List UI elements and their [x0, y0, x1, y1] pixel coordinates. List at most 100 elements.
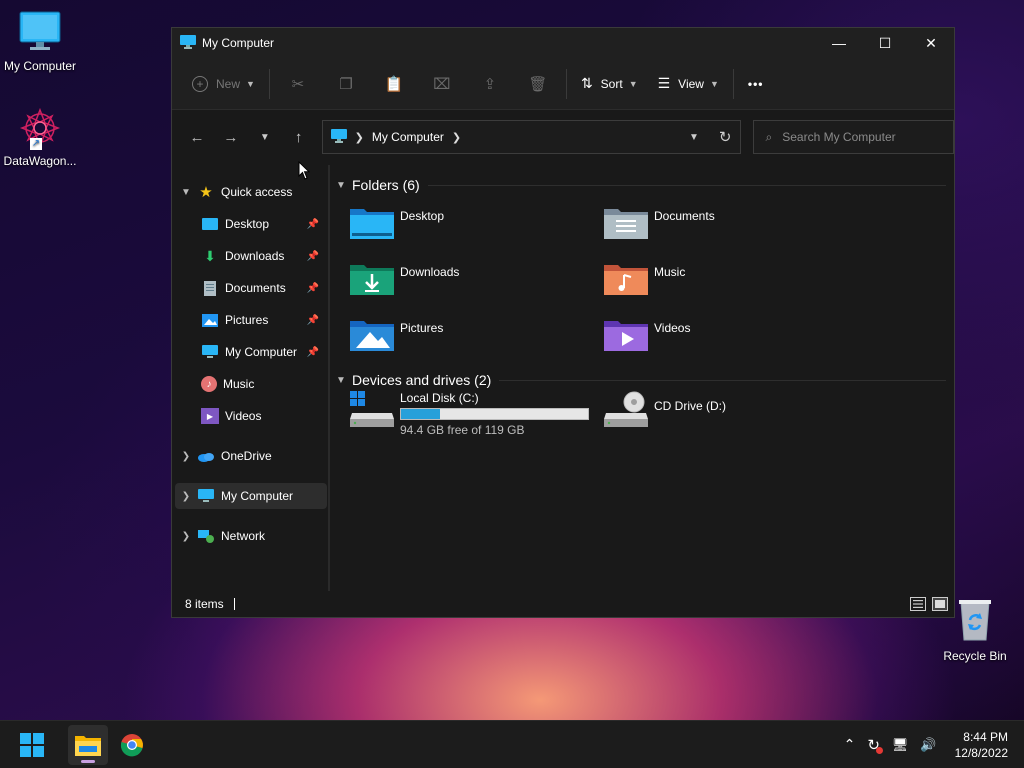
taskbar: ⌃ ↻ 🖥 🔊 8:44 PM 12/8/2022 — [0, 720, 1024, 768]
nav-item-desktop[interactable]: Desktop 📌 — [175, 211, 327, 237]
chevron-down-icon: ▼ — [709, 78, 719, 89]
sort-button[interactable]: ⇅ Sort ▼ — [571, 67, 648, 101]
clock[interactable]: 8:44 PM 12/8/2022 — [955, 729, 1008, 761]
desktop-icon-label: My Computer — [3, 59, 77, 73]
breadcrumb-separator-icon[interactable]: ❯ — [452, 131, 461, 144]
desktop-folder-icon — [350, 209, 394, 239]
search-icon: ⌕ — [765, 129, 773, 144]
share-icon[interactable]: ⇪ — [466, 67, 514, 101]
taskbar-file-explorer[interactable] — [68, 724, 108, 765]
section-divider — [499, 379, 946, 381]
item-count: 8 items — [185, 597, 224, 611]
content-pane: ▼ Folders (6) Desktop Documents Download… — [330, 165, 954, 591]
up-arrow-icon[interactable]: ↑ — [282, 122, 316, 152]
title-bar[interactable]: My Computer — ☐ ✕ — [172, 28, 954, 58]
chevron-down-icon[interactable]: ▼ — [336, 180, 352, 191]
folder-pictures[interactable]: Pictures — [350, 317, 443, 351]
folder-label: Documents — [654, 209, 715, 223]
desktop-icon-my-computer[interactable]: My Computer — [0, 10, 80, 73]
chevron-down-icon[interactable]: ▼ — [175, 187, 197, 198]
monitor-icon — [180, 34, 196, 52]
nav-item-downloads[interactable]: ⬇ Downloads 📌 — [175, 243, 327, 269]
status-bar: 8 items — [172, 591, 954, 617]
view-label: View — [678, 76, 704, 91]
close-button[interactable]: ✕ — [908, 28, 954, 58]
show-hidden-icons-chevron-icon[interactable]: ⌃ — [844, 736, 856, 753]
nav-label: Desktop — [225, 217, 270, 231]
rename-icon[interactable]: ⌧ — [418, 67, 466, 101]
windows-logo-icon — [20, 732, 44, 757]
details-view-icon[interactable] — [910, 597, 926, 611]
nav-item-my-computer[interactable]: My Computer 📌 — [175, 339, 327, 365]
section-divider — [427, 184, 946, 186]
nav-item-music[interactable]: ♪ Music — [175, 371, 327, 397]
more-options-button[interactable]: ••• — [738, 67, 774, 101]
nav-item-documents[interactable]: Documents 📌 — [175, 275, 327, 301]
maximize-button[interactable]: ☐ — [862, 28, 908, 58]
search-box[interactable]: ⌕ Search My Computer — [752, 120, 954, 154]
minimize-button[interactable]: — — [816, 28, 862, 58]
view-button[interactable]: ☰ View ▼ — [648, 67, 729, 101]
search-placeholder: Search My Computer — [782, 130, 896, 144]
delete-icon[interactable]: 🗑 — [514, 67, 562, 101]
explorer-window: My Computer — ☐ ✕ + New ▼ ✂ ❐ 📋 ⌧ ⇪ 🗑 ⇅ … — [171, 27, 955, 618]
update-status-icon[interactable]: ↻ — [867, 736, 883, 754]
forward-arrow-icon[interactable]: → — [214, 122, 248, 152]
videos-icon: ▶ — [201, 408, 219, 424]
nav-label: Network — [221, 529, 266, 543]
desktop-icon-datawagon[interactable]: ↗ DataWagon... — [0, 106, 80, 168]
new-button[interactable]: + New ▼ — [182, 67, 265, 101]
address-dropdown-chevron-icon[interactable]: ▼ — [689, 132, 699, 143]
folder-desktop[interactable]: Desktop — [350, 205, 444, 239]
folder-label: Videos — [654, 321, 691, 335]
nav-network[interactable]: ❯ Network — [175, 523, 327, 549]
nav-item-videos[interactable]: ▶ Videos — [175, 403, 327, 429]
nav-item-pictures[interactable]: Pictures 📌 — [175, 307, 327, 333]
folders-section-header[interactable]: ▼ Folders (6) — [336, 175, 946, 195]
nav-label: Pictures — [225, 313, 269, 327]
clock-time: 8:44 PM — [963, 729, 1008, 744]
refresh-icon[interactable]: ↻ — [719, 128, 732, 146]
view-icon: ☰ — [657, 75, 671, 91]
monitor-icon — [201, 344, 219, 360]
folder-label: Desktop — [400, 209, 445, 223]
pictures-icon — [350, 321, 394, 351]
paste-icon[interactable]: 📋 — [370, 67, 418, 101]
shortcut-arrow-icon: ↗ — [30, 138, 42, 150]
chevron-right-icon[interactable]: ❯ — [175, 491, 197, 502]
address-bar[interactable]: ❯ My Computer ❯ ▼ ↻ — [321, 120, 741, 154]
recent-locations-chevron-icon[interactable]: ▼ — [248, 122, 282, 152]
drive-cd-d[interactable]: CD Drive (D:) — [604, 391, 726, 427]
nav-label: Downloads — [225, 249, 285, 263]
folder-documents[interactable]: Documents — [604, 205, 715, 239]
volume-icon[interactable]: 🔊 — [920, 737, 936, 753]
copy-icon[interactable]: ❐ — [322, 67, 370, 101]
cut-icon[interactable]: ✂ — [274, 67, 322, 101]
pictures-icon — [201, 312, 219, 328]
star-icon: ★ — [199, 184, 213, 201]
pin-icon: 📌 — [306, 218, 319, 230]
system-tray: ⌃ ↻ 🖥 🔊 8:44 PM 12/8/2022 — [844, 729, 1024, 761]
folder-music[interactable]: Music — [604, 261, 685, 295]
chevron-right-icon[interactable]: ❯ — [175, 531, 197, 542]
nav-my-computer[interactable]: ❯ My Computer — [175, 483, 327, 509]
folder-downloads[interactable]: Downloads — [350, 261, 459, 295]
folder-videos[interactable]: Videos — [604, 317, 690, 351]
chevron-right-icon[interactable]: ❯ — [175, 451, 197, 462]
network-status-icon[interactable]: 🖥 — [892, 737, 909, 753]
chevron-down-icon[interactable]: ▼ — [336, 375, 352, 386]
nav-onedrive[interactable]: ❯ OneDrive — [175, 443, 327, 469]
start-button[interactable] — [12, 725, 52, 765]
drives-section-header[interactable]: ▼ Devices and drives (2) — [336, 370, 946, 390]
navigation-pane: ▼ ★ Quick access Desktop 📌 ⬇ Downloads 📌… — [172, 165, 330, 591]
drive-local-disk-c[interactable]: Local Disk (C:) 94.4 GB free of 119 GB — [350, 391, 589, 437]
tiles-view-icon[interactable] — [932, 597, 948, 611]
status-divider — [233, 598, 235, 610]
monitor-icon — [197, 488, 215, 504]
breadcrumb-location[interactable]: My Computer — [372, 130, 444, 144]
breadcrumb-separator-icon: ❯ — [354, 131, 364, 144]
taskbar-chrome[interactable] — [112, 725, 152, 765]
back-arrow-icon[interactable]: ← — [180, 122, 214, 152]
music-icon — [604, 265, 648, 295]
toolbar-divider — [565, 68, 567, 99]
